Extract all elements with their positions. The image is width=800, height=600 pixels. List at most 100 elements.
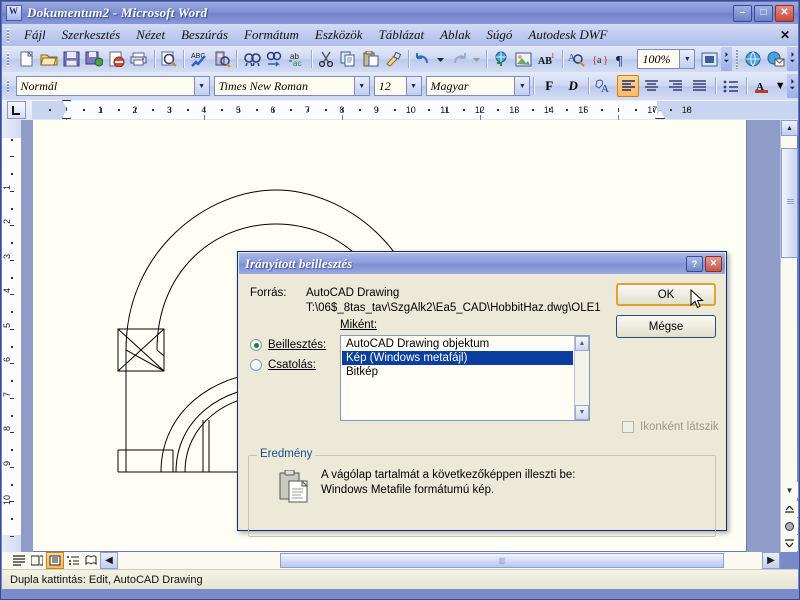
close-button[interactable]: ✕ <box>775 4 794 22</box>
undo-icon[interactable] <box>413 48 434 70</box>
new-document-icon[interactable] <box>16 48 37 70</box>
ruler-track[interactable]: 1 2 3 4 5 6 7 8 9 10 11 12 13 14 15 17 18 <box>32 100 798 120</box>
footnote-icon[interactable]: AB 1 <box>536 48 558 70</box>
menu-item-nezet[interactable]: Nézet <box>128 25 173 45</box>
autodesk-dwf-publish-icon[interactable] <box>743 48 764 70</box>
print-layout-view-icon[interactable] <box>46 552 64 569</box>
scroll-left-button[interactable]: ◀ <box>100 552 118 569</box>
email-icon[interactable] <box>84 48 105 70</box>
menu-item-eszkozok[interactable]: Eszközök <box>307 25 371 45</box>
align-justify-icon[interactable] <box>689 75 711 97</box>
undo-dropdown-icon[interactable] <box>435 48 446 70</box>
find-next-icon[interactable] <box>264 48 285 70</box>
show-formatting-icon[interactable]: ¶ <box>612 48 633 70</box>
font-combo[interactable]: Times New Roman ▼ <box>213 76 370 96</box>
standard-toolbar-overflow[interactable]: ⏵ ⏷ <box>720 47 732 71</box>
format-listbox[interactable]: AutoCAD Drawing objektum Kép (Windows me… <box>340 335 590 421</box>
font-size-dropdown-arrow[interactable]: ▼ <box>405 77 421 95</box>
language-combo[interactable]: Magyar ▼ <box>425 76 531 96</box>
reading-view-icon[interactable] <box>82 552 100 569</box>
zoom-combo[interactable]: 100% ▼ <box>637 49 696 69</box>
listbox-scroll-down-button[interactable]: ▼ <box>575 405 589 420</box>
link-radio[interactable] <box>250 359 262 371</box>
align-left-icon[interactable] <box>617 75 639 97</box>
cut-icon[interactable] <box>316 48 337 70</box>
dialog-help-button[interactable]: ? <box>686 255 703 272</box>
format-painter-icon[interactable] <box>383 48 404 70</box>
web-layout-view-icon[interactable] <box>28 552 46 569</box>
hyperlink-icon[interactable] <box>491 48 512 70</box>
scroll-up-button[interactable]: ▲ <box>781 120 798 136</box>
menu-item-szerkesztes[interactable]: Szerkesztés <box>54 25 129 45</box>
open-folder-icon[interactable] <box>39 48 60 70</box>
print-icon[interactable] <box>129 48 150 70</box>
insert-picture-icon[interactable] <box>513 48 534 70</box>
reading-layout-icon[interactable] <box>699 48 720 70</box>
bold-button[interactable]: F <box>538 75 560 97</box>
vertical-ruler[interactable]: 1 2 3 4 5 6 7 8 9 10 <box>2 120 21 552</box>
close-document-button[interactable]: ✕ <box>780 28 798 42</box>
zoom-dropdown-arrow[interactable]: ▼ <box>679 50 695 68</box>
redo-icon[interactable] <box>448 48 469 70</box>
normal-view-icon[interactable] <box>10 552 28 569</box>
horizontal-scrollbar-row[interactable]: ◀ ▥ ▶ <box>2 552 780 569</box>
menu-item-fajl[interactable]: Fájl <box>16 25 54 45</box>
select-browse-object-icon[interactable] <box>781 518 798 534</box>
menu-item-sugo[interactable]: Súgó <box>478 25 520 45</box>
scroll-right-button[interactable]: ▶ <box>762 552 780 569</box>
paste-radio[interactable] <box>250 339 262 351</box>
font-color-dropdown-icon[interactable]: ▼ <box>775 75 786 97</box>
next-page-icon[interactable] <box>781 535 798 551</box>
vertical-scroll-thumb[interactable] <box>781 148 798 258</box>
previous-page-icon[interactable] <box>781 501 798 517</box>
horizontal-ruler[interactable]: 1 2 3 4 5 6 7 8 9 10 11 12 13 14 15 17 18 <box>2 100 798 120</box>
maximize-button[interactable]: □ <box>754 4 773 22</box>
formatting-toolbar-overflow[interactable]: ⏵ ⏷ <box>786 74 799 98</box>
copy-icon[interactable] <box>338 48 359 70</box>
list-item[interactable]: Bitkép <box>342 365 573 379</box>
autodesk-dwf-publish-email-icon[interactable] <box>765 48 786 70</box>
standard-toolbar-handle[interactable] <box>4 50 12 68</box>
style-combo[interactable]: Normál ▼ <box>15 76 210 96</box>
italic-button[interactable]: D <box>562 75 584 97</box>
outline-view-icon[interactable] <box>64 552 82 569</box>
bullet-list-icon[interactable] <box>720 75 742 97</box>
tab-left-icon[interactable] <box>7 101 26 119</box>
minimize-button[interactable]: – <box>733 4 752 22</box>
font-size-combo[interactable]: 12 ▼ <box>373 76 422 96</box>
formatting-toolbar-handle[interactable] <box>4 77 13 95</box>
vertical-scrollbar[interactable]: ▲ ▼ <box>780 120 798 552</box>
menu-drag-handle[interactable] <box>4 26 13 44</box>
listbox-scrollbar[interactable]: ▲ ▼ <box>574 336 589 420</box>
menu-item-ablak[interactable]: Ablak <box>432 25 478 45</box>
list-item[interactable]: Kép (Windows metafájl) <box>342 351 573 365</box>
menu-item-beszuras[interactable]: Beszúrás <box>173 25 236 45</box>
menu-item-autodesk-dwf[interactable]: Autodesk DWF <box>520 25 615 45</box>
zoom-tool-icon[interactable]: A <box>567 48 588 70</box>
cancel-button[interactable]: Mégse <box>616 315 716 338</box>
text-highlight-icon[interactable]: A <box>593 75 615 97</box>
dialog-close-button[interactable]: ✕ <box>705 255 722 272</box>
spelling-check-icon[interactable]: ABC <box>188 48 210 70</box>
align-center-icon[interactable] <box>641 75 663 97</box>
language-dropdown-arrow[interactable]: ▼ <box>514 77 530 95</box>
scroll-down-button[interactable]: ▼ <box>781 482 798 498</box>
font-dropdown-arrow[interactable]: ▼ <box>353 77 369 95</box>
paste-icon[interactable] <box>361 48 382 70</box>
listbox-scroll-up-button[interactable]: ▲ <box>575 336 589 351</box>
menu-item-formatum[interactable]: Formátum <box>236 25 307 45</box>
align-right-icon[interactable] <box>665 75 687 97</box>
research-icon[interactable] <box>212 48 233 70</box>
horizontal-scroll-thumb[interactable]: ▥ <box>280 553 724 568</box>
font-color-icon[interactable]: A <box>751 75 773 97</box>
find-icon[interactable] <box>241 48 262 70</box>
style-dropdown-arrow[interactable]: ▼ <box>193 77 209 95</box>
permission-icon[interactable] <box>106 48 127 70</box>
print-preview-icon[interactable] <box>158 48 179 70</box>
style-tag-icon[interactable]: {a} <box>589 48 610 70</box>
redo-dropdown-icon[interactable] <box>471 48 482 70</box>
replace-icon[interactable]: ab ac <box>286 48 307 70</box>
menu-item-tablazat[interactable]: Táblázat <box>371 25 433 45</box>
save-icon[interactable] <box>61 48 82 70</box>
dwf-toolbar-overflow[interactable]: ⏵ ⏷ <box>786 47 799 71</box>
